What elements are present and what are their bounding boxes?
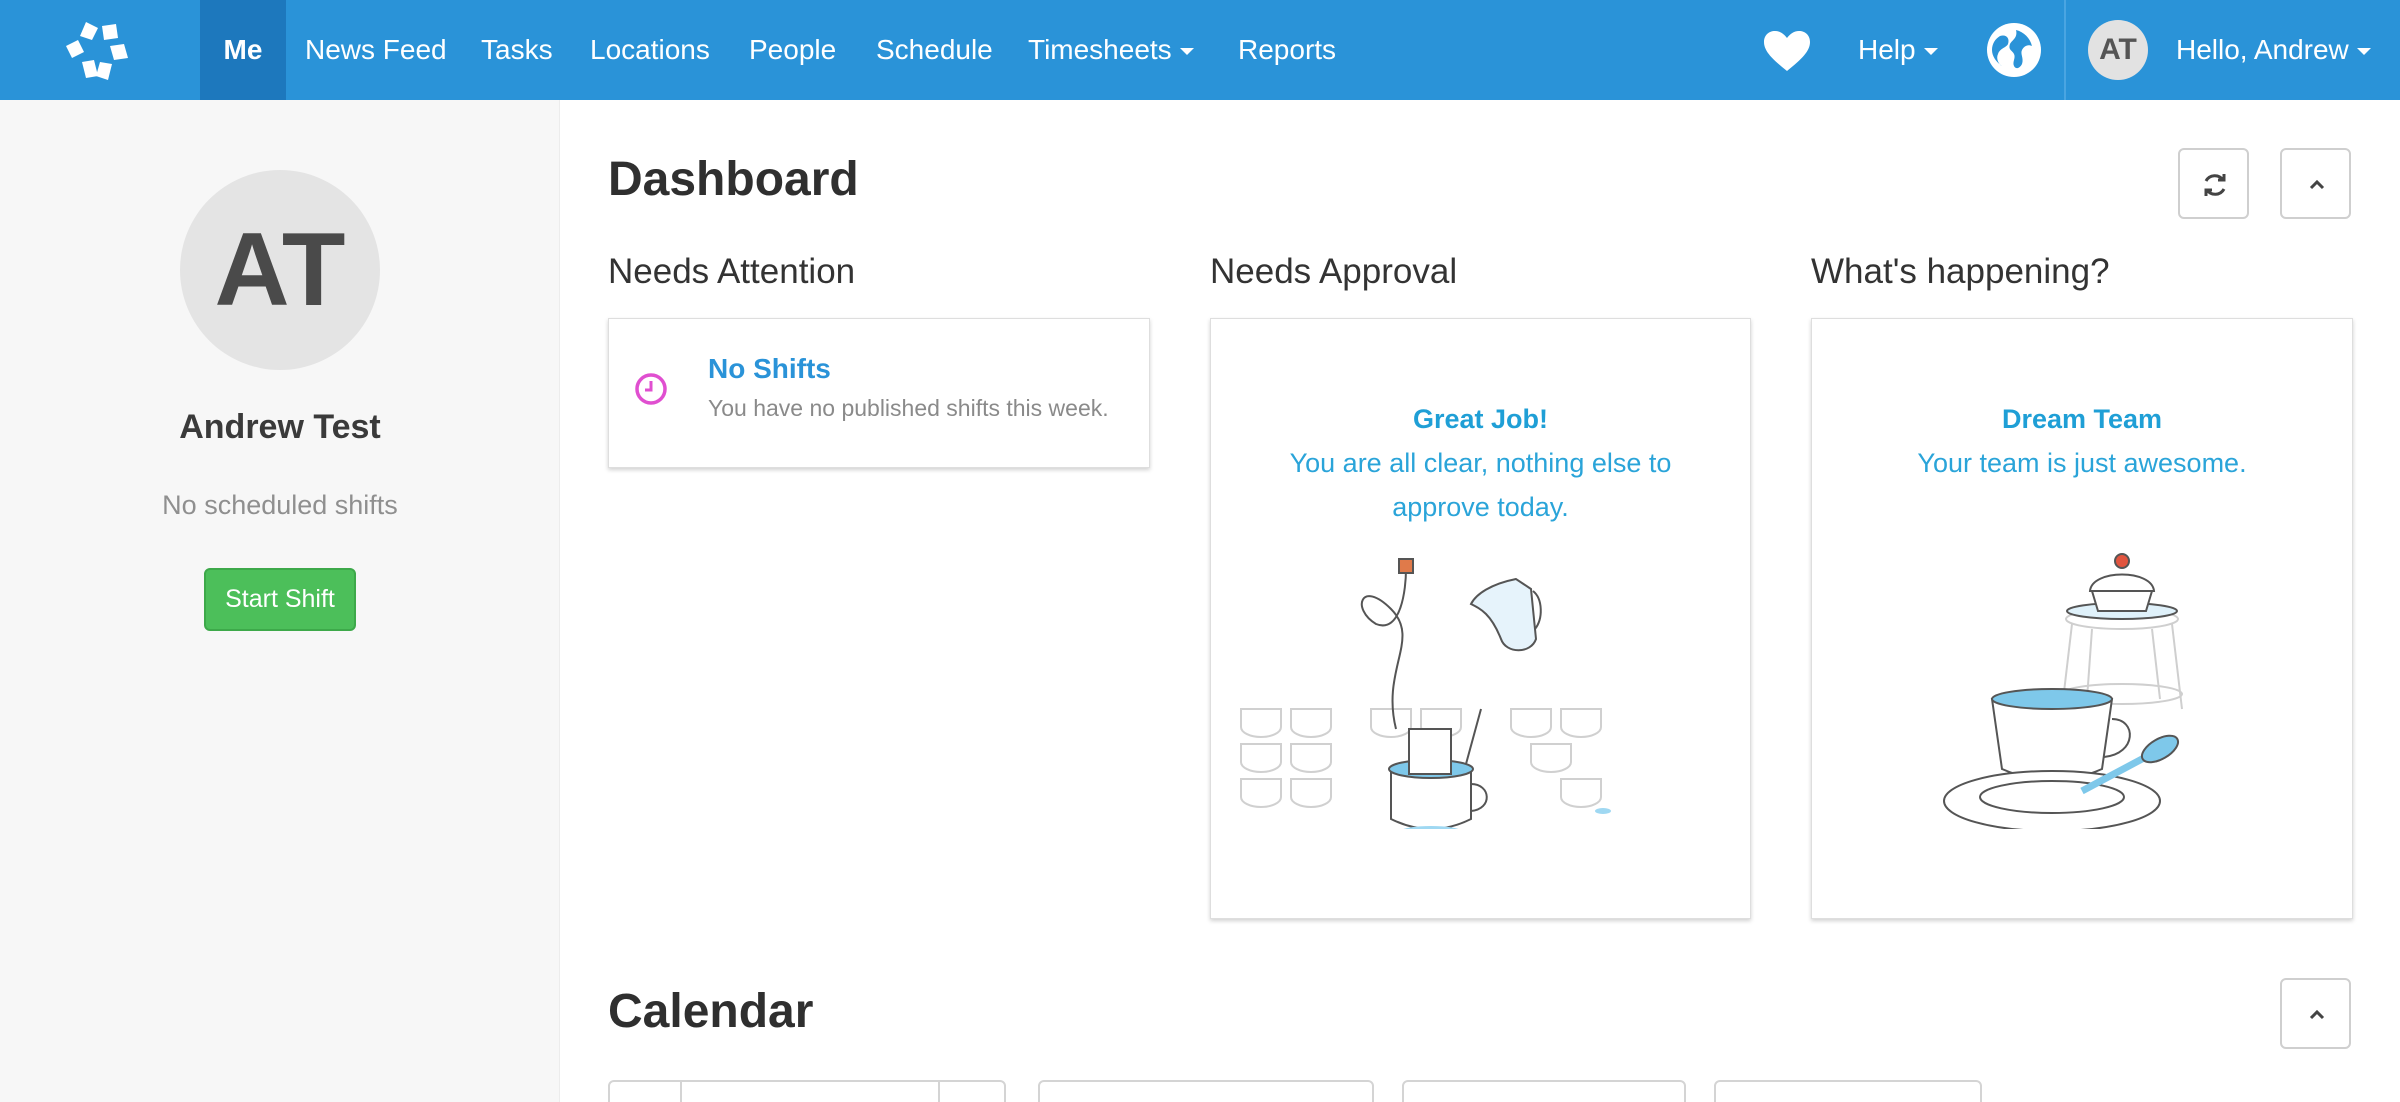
- nav-reports-label: Reports: [1238, 34, 1337, 65]
- dashboard-title: Dashboard: [608, 153, 859, 206]
- profile-name: Andrew Test: [179, 408, 381, 446]
- heart-icon[interactable]: [1762, 29, 1812, 73]
- user-avatar[interactable]: AT: [2088, 20, 2148, 80]
- needs-approval-heading: Needs Approval: [1210, 252, 1458, 291]
- nav-tasks[interactable]: Tasks: [481, 0, 553, 100]
- approval-card-title: Great Job!: [1412, 404, 1549, 434]
- nav-people[interactable]: People: [749, 0, 836, 100]
- approval-card-line2: approve today.: [1392, 492, 1569, 522]
- calendar-title: Calendar: [608, 985, 814, 1038]
- calendar-filter-dropdown[interactable]: [1038, 1080, 1374, 1102]
- chevron-up-icon: [2309, 1009, 2325, 1020]
- navigator-divider: [680, 1082, 682, 1102]
- team-card-line1: Your team is just awesome.: [1917, 448, 2247, 478]
- chevron-down-icon: [1923, 48, 1938, 56]
- nav-timesheets-label: Timesheets: [1028, 34, 1172, 65]
- nav-news-feed[interactable]: News Feed: [305, 0, 447, 100]
- top-navigation-bar: Me News Feed Tasks Locations People Sche…: [0, 0, 2400, 100]
- nav-people-label: People: [749, 34, 837, 65]
- chevron-down-icon: [1179, 48, 1194, 56]
- app-logo-icon[interactable]: [64, 20, 130, 82]
- user-menu-dropdown[interactable]: Hello, Andrew: [2176, 0, 2371, 100]
- team-message: Dream Team Your team is just awesome.: [1812, 397, 2352, 485]
- user-greeting: Hello, Andrew: [2176, 34, 2349, 65]
- start-shift-button[interactable]: Start Shift: [204, 568, 356, 631]
- approval-message: Great Job! You are all clear, nothing el…: [1211, 397, 1750, 529]
- needs-attention-heading: Needs Attention: [608, 252, 856, 291]
- nav-locations-label: Locations: [590, 34, 710, 65]
- nav-schedule-label: Schedule: [876, 34, 993, 65]
- approval-card-line1: You are all clear, nothing else to: [1289, 448, 1672, 478]
- cupcake-cup-illustration: [1943, 553, 2183, 829]
- no-shifts-text: You have no published shifts this week.: [708, 395, 1109, 421]
- no-shifts-card[interactable]: No Shifts You have no published shifts t…: [608, 318, 1150, 468]
- collapse-dashboard-button[interactable]: [2280, 148, 2351, 219]
- needs-approval-card: Great Job! You are all clear, nothing el…: [1210, 318, 1751, 919]
- calendar-date-navigator[interactable]: [608, 1080, 1006, 1102]
- nav-divider: [2064, 0, 2066, 100]
- nav-me-label: Me: [223, 34, 263, 65]
- nav-help-dropdown[interactable]: Help: [1858, 0, 1938, 100]
- scheduled-shifts-status: No scheduled shifts: [162, 490, 398, 520]
- collapse-calendar-button[interactable]: [2280, 978, 2351, 1049]
- nav-schedule[interactable]: Schedule: [876, 0, 993, 100]
- refresh-icon: [2204, 174, 2226, 196]
- profile-avatar: AT: [180, 170, 380, 370]
- calendar-filter-dropdown[interactable]: [1402, 1080, 1686, 1102]
- calendar-filter-dropdown[interactable]: [1714, 1080, 1982, 1102]
- globe-icon[interactable]: [1986, 22, 2042, 78]
- nav-locations[interactable]: Locations: [590, 0, 710, 100]
- team-card-title: Dream Team: [2001, 404, 2163, 434]
- nav-reports[interactable]: Reports: [1238, 0, 1336, 100]
- nav-news-feed-label: News Feed: [305, 34, 447, 65]
- whats-happening-card: Dream Team Your team is just awesome.: [1811, 318, 2353, 919]
- nav-tasks-label: Tasks: [481, 34, 553, 65]
- nav-me[interactable]: Me: [200, 0, 286, 100]
- clock-icon: [635, 373, 667, 405]
- no-shifts-title[interactable]: No Shifts: [708, 353, 831, 385]
- nav-help-label: Help: [1858, 34, 1916, 65]
- tea-cup-illustration: [1240, 558, 1611, 829]
- whats-happening-heading: What's happening?: [1811, 252, 2110, 291]
- chevron-up-icon: [2309, 179, 2325, 190]
- refresh-button[interactable]: [2178, 148, 2249, 219]
- profile-sidebar: AT Andrew Test No scheduled shifts Start…: [0, 100, 560, 1102]
- navigator-divider: [938, 1082, 940, 1102]
- chevron-down-icon: [2356, 48, 2371, 56]
- nav-timesheets-dropdown[interactable]: Timesheets: [1028, 0, 1194, 100]
